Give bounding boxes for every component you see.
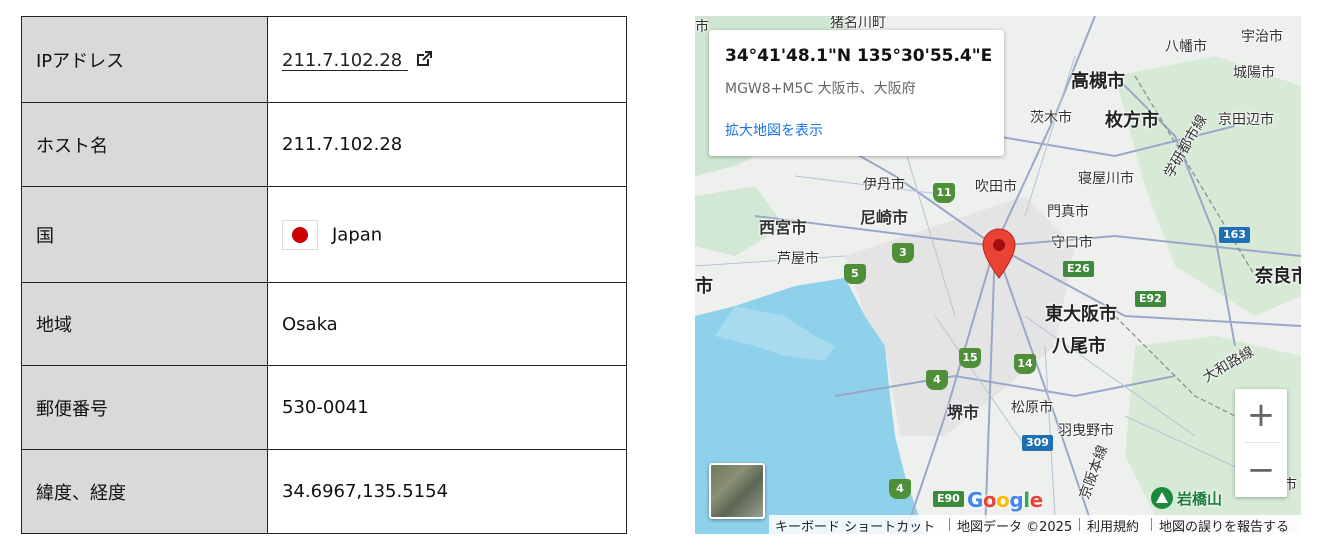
terms-link[interactable]: 利用規約: [1087, 516, 1139, 534]
table-row: IPアドレス 211.7.102.28: [21, 16, 627, 103]
keyboard-shortcuts-link[interactable]: キーボード ショートカット: [775, 516, 935, 534]
map-label: 城陽市: [1233, 65, 1275, 81]
view-larger-map-link[interactable]: 拡大地図を表示: [725, 120, 823, 140]
ip-info-table: IPアドレス 211.7.102.28 ホスト名 211.7.102.28 国 …: [21, 16, 627, 534]
map-label: 市: [695, 276, 713, 297]
expressway-shield: E92: [1135, 291, 1166, 307]
lat-lng-value: 34.6967,135.5154: [267, 449, 627, 534]
region-label: 地域: [21, 282, 268, 366]
hostname-label: ホスト名: [21, 102, 268, 187]
lat-lng-label: 緯度、経度: [21, 449, 268, 534]
map-label: 芦屋市: [777, 251, 819, 267]
japan-flag-icon: [282, 219, 318, 250]
ip-address-link[interactable]: 211.7.102.28: [282, 50, 434, 71]
map-label: 枚方市: [1105, 110, 1159, 131]
map-label: 堺市: [947, 403, 980, 422]
map-label: 茨木市: [1030, 110, 1072, 126]
map-attribution-bar: キーボード ショートカット 地図データ ©2025 利用規約 地図の誤りを報告す…: [769, 515, 1301, 534]
map-label: 守口市: [1051, 235, 1093, 251]
map-label: 八幡市: [1165, 39, 1207, 55]
ip-address-label: IPアドレス: [21, 16, 268, 103]
map-label: 吹田市: [975, 179, 1017, 195]
external-link-icon[interactable]: [414, 49, 434, 69]
map-label: 奈良市: [1255, 266, 1301, 287]
route-shield: 4: [926, 370, 948, 390]
table-row: ホスト名 211.7.102.28: [21, 102, 627, 187]
location-pin-icon[interactable]: [981, 227, 1017, 279]
mountain-icon: [1151, 487, 1173, 509]
popup-coordinates: 34°41'48.1"N 135°30'55.4"E: [725, 46, 993, 66]
country-value: Japan: [332, 224, 383, 245]
place-marker[interactable]: 岩橋山: [1151, 487, 1222, 509]
map-label: 市: [695, 19, 709, 35]
zoom-separator: [1243, 442, 1279, 443]
map-label: 松原市: [1011, 400, 1053, 416]
map-view[interactable]: 猪名川町 市 八幡市 宇治市 高槻市 城陽市 茨木市 枚方市 京田辺市 吹田市 …: [695, 16, 1301, 534]
footer-divider: [1151, 518, 1152, 531]
route-shield: 11: [933, 183, 955, 203]
route-shield: 15: [959, 348, 981, 368]
route-shield: 4: [889, 479, 911, 499]
route-shield: 5: [844, 264, 866, 284]
map-label: 東大阪市: [1045, 304, 1117, 325]
map-label: 門真市: [1047, 204, 1089, 220]
ip-address-value[interactable]: 211.7.102.28: [282, 50, 402, 71]
map-label: 八尾市: [1052, 336, 1106, 357]
postal-code-value: 530-0041: [267, 365, 627, 450]
map-label: 寝屋川市: [1078, 171, 1134, 187]
country-cell: Japan: [267, 186, 627, 283]
route-shield: 3: [892, 243, 914, 263]
table-row: 国 Japan: [21, 186, 627, 283]
expressway-shield: E90: [933, 491, 964, 507]
national-route-shield: 309: [1022, 435, 1053, 451]
hostname-value: 211.7.102.28: [267, 102, 627, 187]
table-row: 郵便番号 530-0041: [21, 365, 627, 450]
table-row: 緯度、経度 34.6967,135.5154: [21, 449, 627, 534]
map-label: 尼崎市: [860, 208, 909, 227]
country-label: 国: [21, 186, 268, 283]
place-label[interactable]: 岩橋山: [1177, 490, 1222, 508]
satellite-toggle-button[interactable]: [709, 463, 765, 519]
map-label: 羽曳野市: [1058, 423, 1114, 439]
map-label: 西宮市: [759, 218, 808, 237]
region-value: Osaka: [267, 282, 627, 366]
map-label: 伊丹市: [863, 177, 905, 193]
zoom-in-button[interactable]: +: [1235, 389, 1287, 442]
footer-divider: [1079, 518, 1080, 531]
map-label: 宇治市: [1241, 29, 1283, 45]
map-data-attribution: 地図データ ©2025: [957, 520, 1073, 534]
expressway-shield: E26: [1063, 261, 1094, 277]
map-label: 京田辺市: [1218, 112, 1274, 128]
report-map-error-link[interactable]: 地図の誤りを報告する: [1159, 516, 1289, 534]
ip-address-cell: 211.7.102.28: [267, 16, 627, 103]
popup-address: MGW8+M5C 大阪市、大阪府: [725, 81, 916, 97]
zoom-out-button[interactable]: −: [1235, 444, 1287, 497]
map-info-popup: 34°41'48.1"N 135°30'55.4"E MGW8+M5C 大阪市、…: [709, 30, 1004, 156]
map-label: 高槻市: [1071, 71, 1125, 92]
zoom-control: + −: [1235, 389, 1287, 497]
google-logo: Google: [967, 488, 1043, 512]
table-row: 地域 Osaka: [21, 282, 627, 366]
national-route-shield: 163: [1219, 227, 1250, 243]
route-shield: 14: [1014, 354, 1036, 374]
postal-code-label: 郵便番号: [21, 365, 268, 450]
footer-divider: [949, 518, 950, 531]
